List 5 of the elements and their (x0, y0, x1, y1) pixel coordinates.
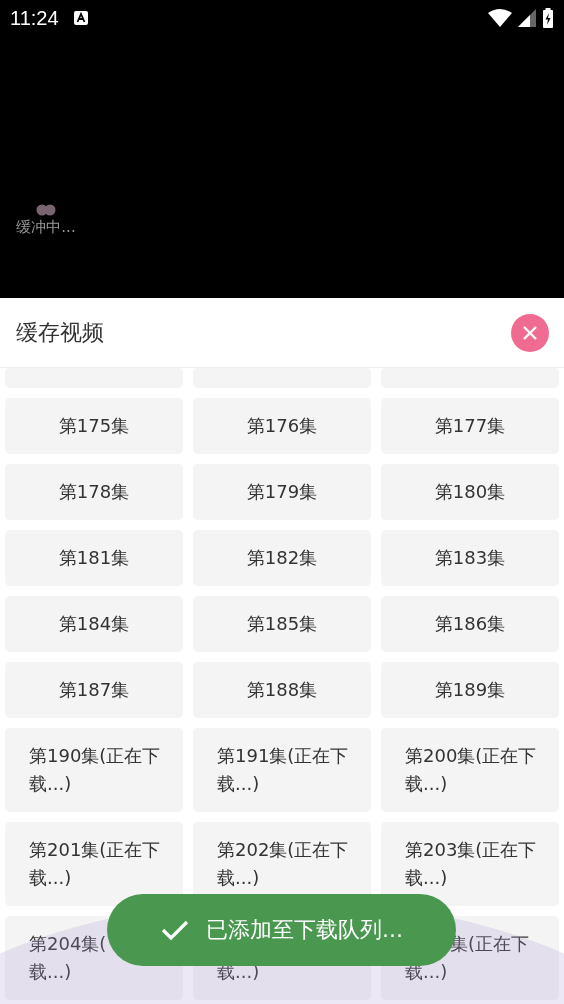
episode-label-part: 第204集( (29, 932, 107, 956)
buffering-text: 缓冲中... (16, 218, 76, 237)
episode-label-part: 载...) (29, 960, 72, 984)
sheet-title: 缓存视频 (16, 318, 104, 347)
status-time: 11:24 (10, 6, 59, 30)
